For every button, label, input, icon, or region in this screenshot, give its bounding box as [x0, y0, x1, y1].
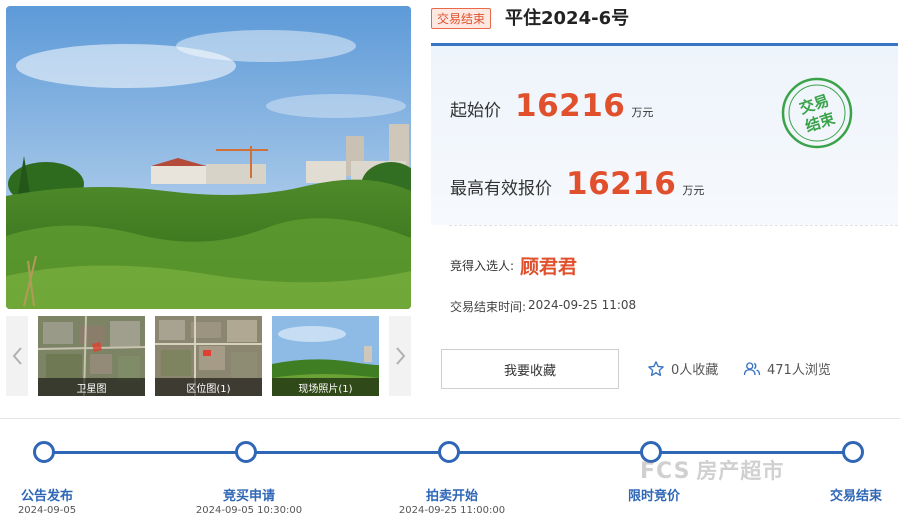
end-time-label: 交易结束时间: — [450, 300, 527, 314]
watermark: FCS 房产超市 — [640, 455, 784, 485]
listing-title: 平住2024-6号 — [505, 8, 630, 29]
winner-label: 竞得入选人: — [450, 259, 515, 273]
start-price-value: 16216 — [515, 88, 626, 124]
favorite-count[interactable]: 0人收藏 — [647, 359, 718, 378]
end-time-row: 交易结束时间: 2024-09-25 11:08 — [450, 298, 636, 315]
start-price-label: 起始价 — [450, 101, 501, 121]
winner-row: 竞得入选人: 顾君君 — [450, 252, 577, 279]
thumbnail-satellite[interactable]: 卫星图 — [38, 316, 145, 396]
thumbnail-next-button[interactable] — [389, 316, 411, 396]
timeline-date: 2024-09-05 10:30:00 — [195, 505, 303, 516]
site-photo-image — [6, 6, 411, 309]
thumbnail-caption: 现场照片(1) — [272, 378, 379, 396]
max-bid-row: 最高有效报价 16216 万元 — [450, 166, 704, 202]
users-icon — [743, 361, 761, 375]
page-divider — [0, 418, 900, 419]
timeline-date: 2024-09-05 — [17, 505, 77, 516]
timeline-node-ended — [842, 441, 864, 463]
chevron-left-icon — [12, 347, 22, 365]
view-count-text: 471人浏览 — [767, 363, 831, 378]
timeline-label: 限时竞价 — [627, 489, 681, 504]
thumbnail-location[interactable]: 区位图(1) — [155, 316, 262, 396]
timeline-label: 竞买申请 — [222, 489, 276, 504]
favorite-count-text: 0人收藏 — [671, 363, 719, 378]
thumbnail-site-photo[interactable]: 现场照片(1) — [272, 316, 379, 396]
timeline-label: 交易结束 — [829, 489, 883, 504]
timeline-node-auction — [438, 441, 460, 463]
thumbnail-strip: 卫星图 区位图(1) 现场照片(1) — [6, 316, 411, 396]
timeline-node-announce — [33, 441, 55, 463]
max-bid-unit: 万元 — [682, 184, 705, 197]
end-time-value: 2024-09-25 11:08 — [528, 298, 637, 312]
trade-ended-stamp: 交易 结束 — [780, 76, 854, 150]
timeline-node-apply — [235, 441, 257, 463]
chevron-right-icon — [395, 347, 405, 365]
main-photo[interactable] — [6, 6, 411, 309]
price-panel: 起始价 16216 万元 最高有效报价 16216 万元 交易 结束 — [431, 43, 898, 225]
watermark-text: 房产超市 — [696, 459, 785, 483]
thumbnail-caption: 区位图(1) — [155, 378, 262, 396]
watermark-brand: FCS — [640, 459, 691, 484]
timeline-label: 拍卖开始 — [425, 489, 479, 504]
stamp-icon: 交易 结束 — [781, 77, 853, 149]
timeline-label: 公告发布 — [20, 489, 74, 504]
thumbnail-prev-button[interactable] — [6, 316, 28, 396]
winner-name: 顾君君 — [520, 256, 578, 278]
view-count: 471人浏览 — [743, 359, 831, 378]
start-price-row: 起始价 16216 万元 — [450, 88, 653, 124]
timeline-date: 2024-09-25 11:00:00 — [398, 505, 506, 516]
max-bid-value: 16216 — [566, 166, 677, 202]
status-badge: 交易结束 — [431, 8, 492, 29]
section-divider — [449, 225, 898, 226]
max-bid-label: 最高有效报价 — [450, 179, 552, 199]
start-price-unit: 万元 — [631, 106, 654, 119]
favorite-button[interactable]: 我要收藏 — [441, 349, 619, 389]
thumbnail-caption: 卫星图 — [38, 378, 145, 396]
timeline-node-bidding — [640, 441, 662, 463]
star-icon — [648, 360, 664, 376]
